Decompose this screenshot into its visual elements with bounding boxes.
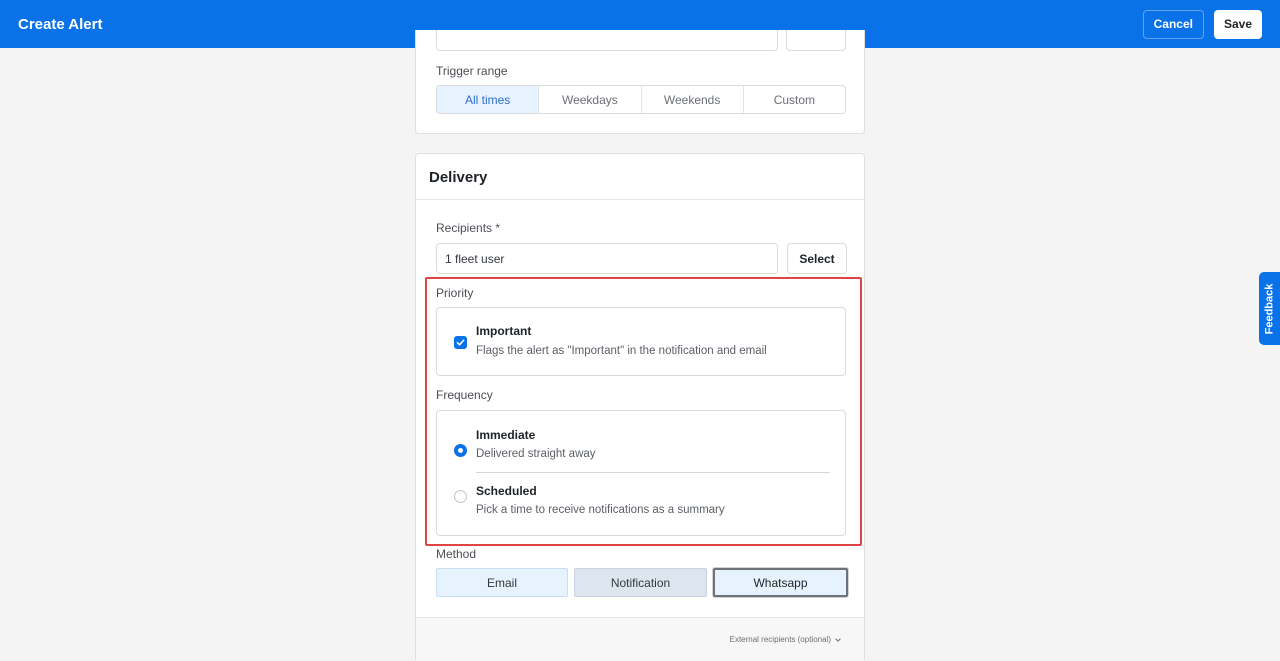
- header-actions: Cancel Save: [1142, 9, 1262, 39]
- select-recipients-button[interactable]: Select: [787, 243, 847, 274]
- method-selector: Email Notification Whatsapp: [436, 568, 848, 599]
- trigger-option-all-times[interactable]: All times: [437, 86, 539, 113]
- external-recipients-toggle[interactable]: External recipients (optional): [416, 617, 864, 661]
- recipients-input[interactable]: 1 fleet user: [436, 243, 778, 274]
- method-whatsapp[interactable]: Whatsapp: [713, 568, 848, 597]
- immediate-radio[interactable]: [454, 444, 467, 457]
- scheduled-description: Pick a time to receive notifications as …: [476, 504, 725, 516]
- delivery-title: Delivery: [416, 154, 864, 200]
- immediate-description: Delivered straight away: [476, 448, 596, 460]
- important-checkbox[interactable]: [454, 336, 467, 349]
- scheduled-title: Scheduled: [476, 484, 537, 498]
- partial-button[interactable]: [786, 30, 846, 51]
- recipients-label: Recipients *: [436, 221, 501, 235]
- trigger-range-selector: All times Weekdays Weekends Custom: [436, 85, 846, 114]
- important-description: Flags the alert as "Important" in the no…: [476, 345, 767, 357]
- feedback-label: Feedback: [1263, 283, 1276, 334]
- trigger-option-weekdays[interactable]: Weekdays: [538, 86, 640, 113]
- feedback-tab[interactable]: Feedback: [1259, 272, 1280, 345]
- chevron-down-icon: [835, 637, 841, 642]
- frequency-box: Immediate Delivered straight away Schedu…: [436, 410, 846, 536]
- cancel-button[interactable]: Cancel: [1142, 9, 1204, 39]
- trigger-option-weekends[interactable]: Weekends: [640, 86, 743, 113]
- frequency-divider: [476, 472, 830, 473]
- scheduled-radio[interactable]: [454, 490, 467, 503]
- method-email[interactable]: Email: [436, 568, 568, 597]
- check-icon: [456, 339, 465, 346]
- external-recipients-label: External recipients (optional): [729, 635, 831, 644]
- page-title: Create Alert: [18, 15, 103, 33]
- trigger-range-label: Trigger range: [436, 64, 508, 78]
- immediate-title: Immediate: [476, 428, 536, 442]
- partial-input[interactable]: [436, 30, 778, 51]
- trigger-option-custom[interactable]: Custom: [742, 86, 845, 113]
- priority-box: Important Flags the alert as "Important"…: [436, 307, 846, 376]
- important-title: Important: [476, 324, 532, 338]
- delivery-card: Delivery Recipients * 1 fleet user Selec…: [415, 153, 865, 661]
- method-label: Method: [436, 547, 477, 561]
- trigger-card: Trigger range All times Weekdays Weekend…: [415, 30, 865, 134]
- frequency-label: Frequency: [436, 388, 493, 402]
- method-notification[interactable]: Notification: [574, 568, 707, 597]
- save-button[interactable]: Save: [1213, 9, 1262, 39]
- priority-label: Priority: [436, 286, 474, 300]
